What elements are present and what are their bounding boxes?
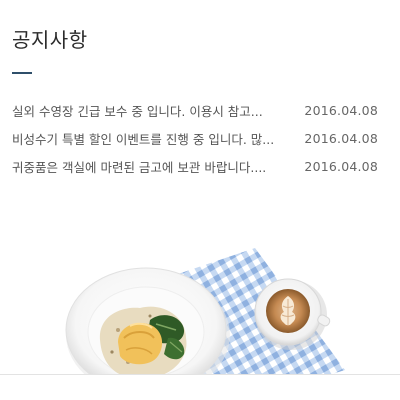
notice-date: 2016.04.08	[304, 130, 378, 146]
food-plate-with-latte-photo	[0, 220, 400, 400]
title-underline	[12, 72, 32, 74]
notice-title-link[interactable]: 비성수기 특별 할인 이벤트를 진행 중 입니다. 많...	[12, 129, 294, 148]
page-title: 공지사항	[12, 28, 88, 52]
list-item[interactable]: 실외 수영장 긴급 보수 중 입니다. 이용시 참고... 2016.04.08	[12, 96, 378, 124]
notice-list: 실외 수영장 긴급 보수 중 입니다. 이용시 참고... 2016.04.08…	[12, 96, 378, 180]
notice-title-link[interactable]: 귀중품은 객실에 마련된 금고에 보관 바랍니다....	[12, 157, 294, 176]
list-item[interactable]: 귀중품은 객실에 마련된 금고에 보관 바랍니다.... 2016.04.08	[12, 152, 378, 180]
notice-title-link[interactable]: 실외 수영장 긴급 보수 중 입니다. 이용시 참고...	[12, 101, 294, 120]
notice-date: 2016.04.08	[304, 158, 378, 174]
list-item[interactable]: 비성수기 특별 할인 이벤트를 진행 중 입니다. 많... 2016.04.0…	[12, 124, 378, 152]
footer-spacer	[0, 375, 400, 400]
notice-date: 2016.04.08	[304, 102, 378, 118]
